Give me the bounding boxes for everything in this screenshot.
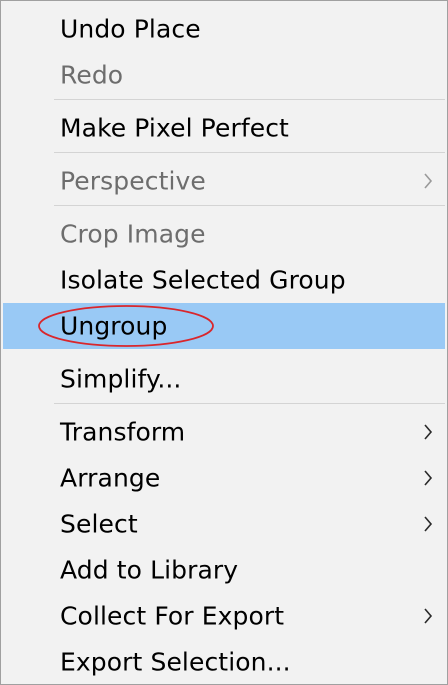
menu-item-label: Make Pixel Perfect xyxy=(60,113,289,143)
menu-item-collect-for-export[interactable]: Collect For Export xyxy=(3,593,445,639)
menu-separator xyxy=(54,152,445,153)
menu-item-label: Arrange xyxy=(60,463,161,493)
menu-item-label: Simplify... xyxy=(60,364,182,394)
menu-item-simplify[interactable]: Simplify... xyxy=(3,356,445,402)
menu-item-make-pixel-perfect[interactable]: Make Pixel Perfect xyxy=(3,105,445,151)
menu-item-redo: Redo xyxy=(3,52,445,98)
chevron-right-icon xyxy=(423,607,433,625)
context-menu: Undo Place Redo Make Pixel Perfect Persp… xyxy=(0,0,448,685)
menu-item-ungroup[interactable]: Ungroup xyxy=(3,303,445,349)
chevron-right-icon xyxy=(423,469,433,487)
chevron-right-icon xyxy=(423,172,433,190)
menu-item-crop-image: Crop Image xyxy=(3,211,445,257)
menu-item-isolate-selected-group[interactable]: Isolate Selected Group xyxy=(3,257,445,303)
menu-item-perspective: Perspective xyxy=(3,158,445,204)
menu-item-transform[interactable]: Transform xyxy=(3,409,445,455)
menu-item-arrange[interactable]: Arrange xyxy=(3,455,445,501)
menu-item-label: Undo Place xyxy=(60,14,201,44)
menu-item-export-selection[interactable]: Export Selection... xyxy=(3,639,445,684)
menu-item-label: Select xyxy=(60,509,138,539)
chevron-right-icon xyxy=(423,423,433,441)
menu-separator xyxy=(54,99,445,100)
menu-item-label: Isolate Selected Group xyxy=(60,265,346,295)
menu-item-label: Crop Image xyxy=(60,219,206,249)
menu-item-label: Ungroup xyxy=(60,311,168,341)
menu-item-select[interactable]: Select xyxy=(3,501,445,547)
menu-item-label: Perspective xyxy=(60,166,206,196)
chevron-right-icon xyxy=(423,515,433,533)
menu-item-label: Add to Library xyxy=(60,555,239,585)
menu-item-label: Redo xyxy=(60,60,124,90)
menu-item-label: Export Selection... xyxy=(60,647,291,677)
menu-separator xyxy=(54,403,445,404)
menu-item-label: Transform xyxy=(60,417,186,447)
menu-item-label: Collect For Export xyxy=(60,601,285,631)
menu-item-undo-place[interactable]: Undo Place xyxy=(3,6,445,52)
menu-separator xyxy=(54,205,445,206)
menu-item-add-to-library[interactable]: Add to Library xyxy=(3,547,445,593)
